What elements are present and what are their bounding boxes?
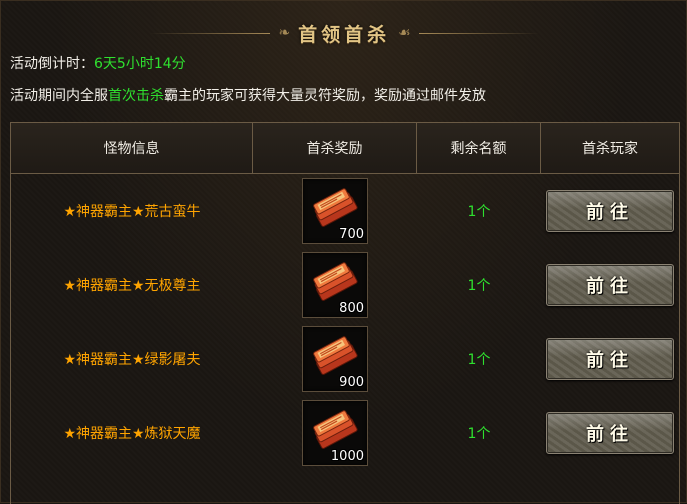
reward-quantity: 900 bbox=[339, 375, 364, 390]
table-row: ★神器霸主★绿影屠夫 900 1个 前往 bbox=[11, 322, 679, 396]
first-kill-table: 怪物信息 首杀奖励 剩余名额 首杀玩家 ★神器霸主★荒古蛮牛 700 1个 前往… bbox=[10, 122, 680, 504]
reward-quantity: 1000 bbox=[330, 449, 364, 464]
title-divider-right bbox=[418, 32, 539, 34]
monster-name: ★神器霸主★无极尊主 bbox=[63, 278, 201, 294]
spirit-talisman-icon bbox=[313, 336, 358, 375]
spirit-talisman-icon bbox=[313, 262, 358, 301]
column-header-player: 首杀玩家 bbox=[582, 141, 638, 157]
countdown-value: 6天5小时14分 bbox=[94, 56, 186, 72]
reward-quantity: 800 bbox=[339, 301, 364, 316]
reward-item-slot[interactable]: 900 bbox=[302, 326, 368, 392]
remaining-quota: 1个 bbox=[467, 426, 491, 442]
notice-suffix: 霸主的玩家可获得大量灵符奖励，奖励通过邮件发放 bbox=[164, 88, 486, 104]
column-header-reward: 首杀奖励 bbox=[253, 123, 417, 173]
reward-item-slot[interactable]: 700 bbox=[302, 178, 368, 244]
notice-highlight: 首次击杀 bbox=[108, 88, 164, 104]
monster-name: ★神器霸主★绿影屠夫 bbox=[63, 352, 201, 368]
reward-item-slot[interactable]: 800 bbox=[302, 252, 368, 318]
table-row: ★神器霸主★荒古蛮牛 700 1个 前往 bbox=[11, 174, 679, 248]
go-button[interactable]: 前往 bbox=[546, 264, 674, 306]
spirit-talisman-icon bbox=[313, 188, 358, 227]
scroll-ornament-left-icon: ❧ bbox=[278, 25, 291, 41]
column-header-quota: 剩余名额 bbox=[417, 123, 541, 173]
notice-prefix: 活动期间内全服 bbox=[10, 88, 108, 104]
remaining-quota: 1个 bbox=[467, 204, 491, 220]
table-row: ★神器霸主★无极尊主 800 1个 前往 bbox=[11, 248, 679, 322]
title-divider-left bbox=[150, 32, 271, 34]
spirit-talisman-icon bbox=[313, 410, 358, 449]
panel-title-bar: ❧ 首领首杀 ☙ bbox=[1, 13, 687, 53]
column-header-monster: 怪物信息 bbox=[11, 123, 253, 173]
countdown-label: 活动倒计时： bbox=[10, 56, 94, 72]
first-kill-panel: ❧ 首领首杀 ☙ 活动倒计时：6天5小时14分 活动期间内全服首次击杀霸主的玩家… bbox=[0, 0, 687, 504]
countdown-line: 活动倒计时：6天5小时14分 bbox=[10, 53, 186, 73]
remaining-quota: 1个 bbox=[467, 278, 491, 294]
go-button[interactable]: 前往 bbox=[546, 338, 674, 380]
table-row: ★神器霸主★炼狱天魔 1000 1个 前往 bbox=[11, 396, 679, 470]
table-header: 怪物信息 首杀奖励 剩余名额 首杀玩家 bbox=[11, 123, 679, 174]
reward-quantity: 700 bbox=[339, 227, 364, 242]
scroll-ornament-right-icon: ☙ bbox=[398, 25, 411, 41]
remaining-quota: 1个 bbox=[467, 352, 491, 368]
go-button[interactable]: 前往 bbox=[546, 190, 674, 232]
monster-name: ★神器霸主★炼狱天魔 bbox=[63, 426, 201, 442]
table-body: ★神器霸主★荒古蛮牛 700 1个 前往 ★神器霸主★无极尊主 800 1个 前… bbox=[11, 174, 679, 470]
go-button[interactable]: 前往 bbox=[546, 412, 674, 454]
reward-item-slot[interactable]: 1000 bbox=[302, 400, 368, 466]
monster-name: ★神器霸主★荒古蛮牛 bbox=[63, 204, 201, 220]
panel-title: 首领首杀 bbox=[298, 23, 391, 46]
event-notice: 活动期间内全服首次击杀霸主的玩家可获得大量灵符奖励，奖励通过邮件发放 bbox=[10, 85, 486, 105]
